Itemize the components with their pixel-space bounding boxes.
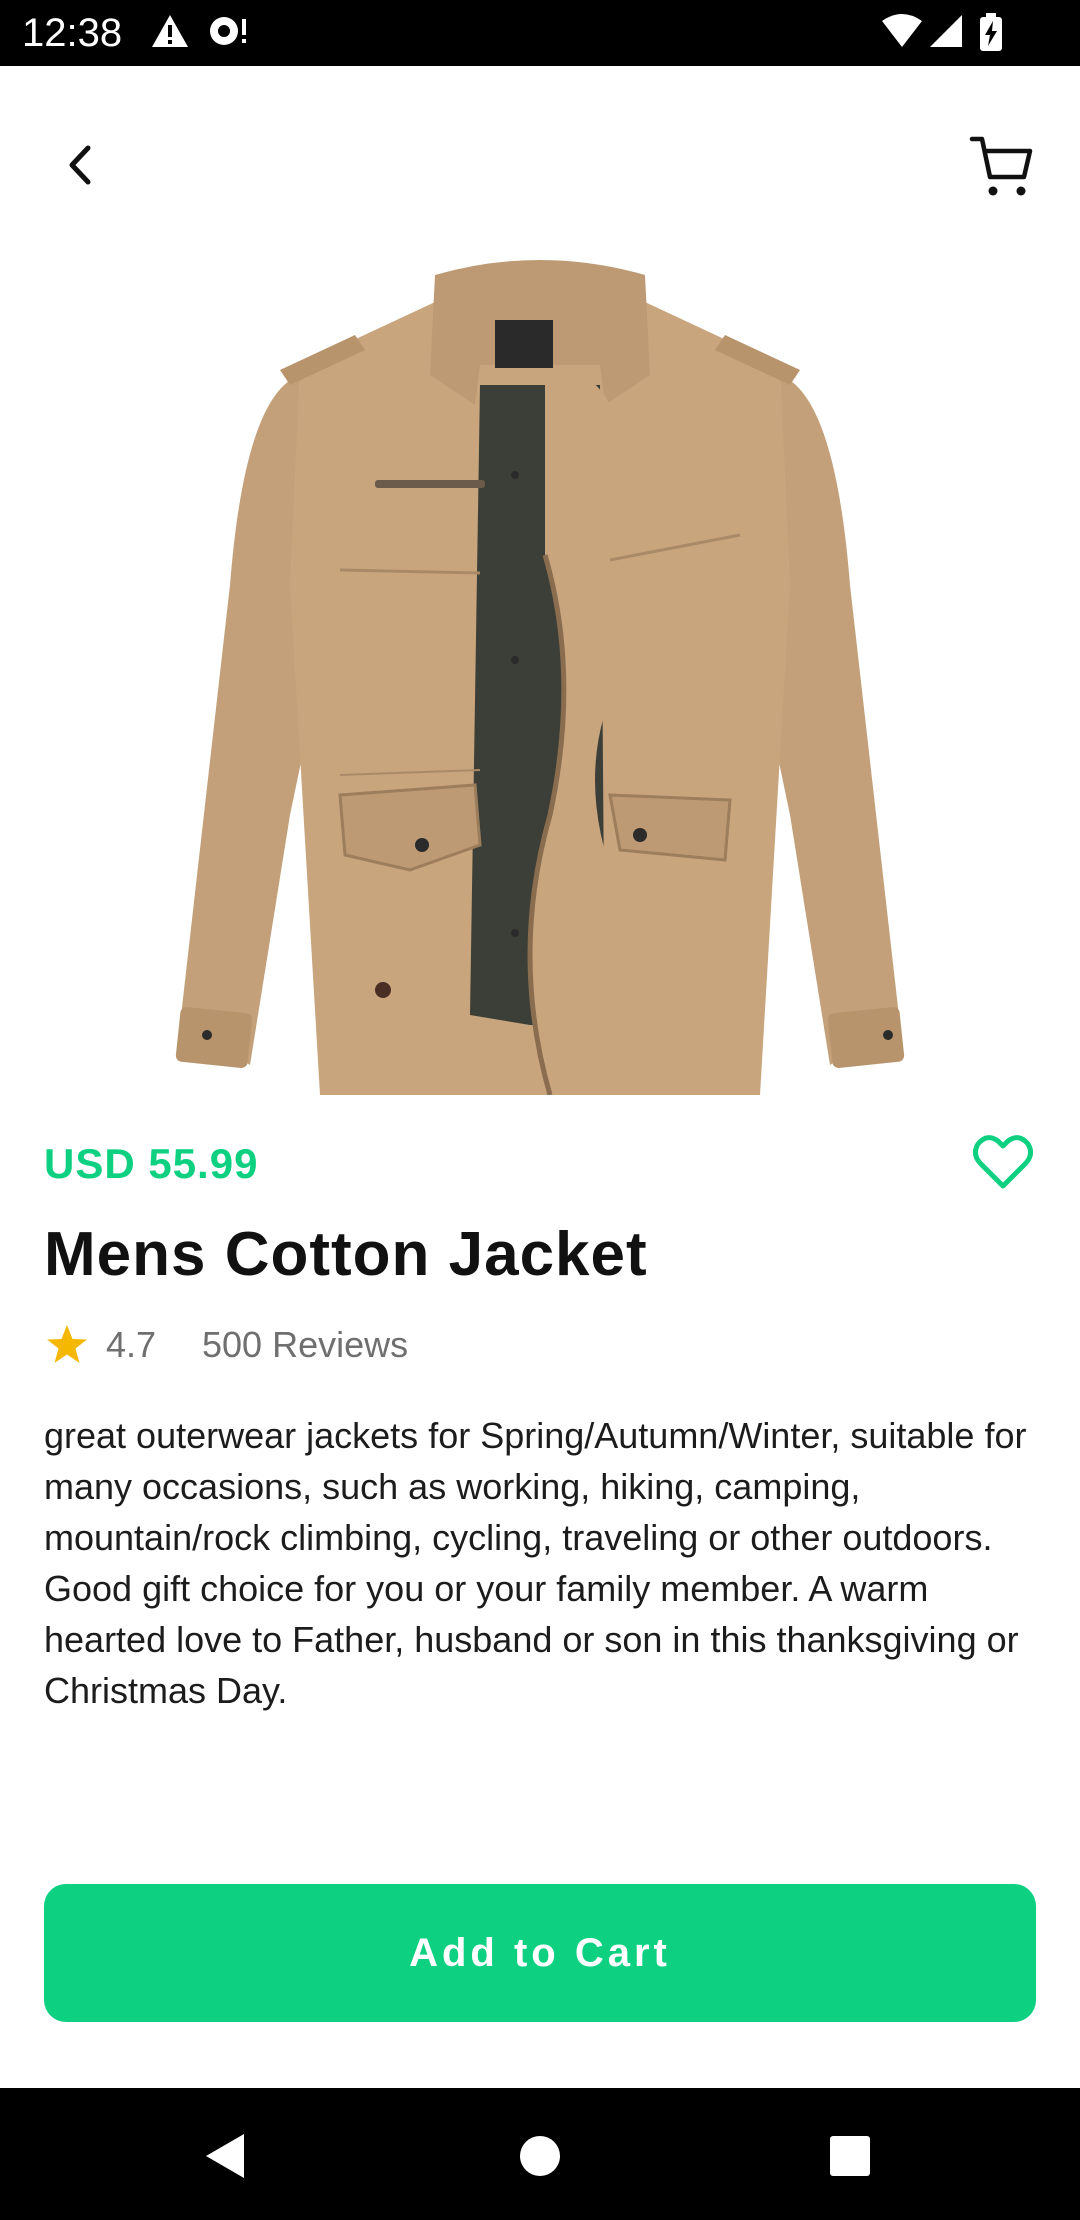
heart-outline-icon bbox=[972, 1135, 1034, 1189]
signal-icon bbox=[930, 15, 962, 47]
product-title: Mens Cotton Jacket bbox=[44, 1220, 648, 1289]
cart-button[interactable] bbox=[960, 125, 1040, 205]
nav-recents-icon[interactable] bbox=[820, 2126, 880, 2186]
reviews-count[interactable]: 500 Reviews bbox=[202, 1320, 408, 1370]
nav-home-icon[interactable] bbox=[510, 2126, 570, 2186]
system-navigation-bar bbox=[0, 2088, 1080, 2220]
back-button[interactable] bbox=[40, 120, 120, 210]
cart-icon bbox=[969, 136, 1033, 196]
battery-charging-icon bbox=[980, 13, 1002, 51]
star-icon bbox=[47, 1325, 87, 1363]
notification-icon bbox=[210, 17, 246, 45]
nav-back-icon[interactable] bbox=[196, 2126, 256, 2186]
product-detail-screen: 12:38 USD 55.99 Mens Cotton Jacket 4.7 5… bbox=[0, 0, 1080, 2220]
status-bar: 12:38 bbox=[0, 0, 1080, 66]
product-price: USD 55.99 bbox=[44, 1140, 259, 1187]
favorite-button[interactable] bbox=[970, 1130, 1036, 1196]
warning-icon bbox=[152, 15, 188, 47]
product-jacket-image bbox=[175, 260, 905, 1095]
product-description: great outerwear jackets for Spring/Autum… bbox=[44, 1415, 1027, 1711]
add-to-cart-button[interactable]: Add to Cart bbox=[44, 1884, 1036, 2022]
status-time: 12:38 bbox=[22, 11, 123, 55]
wifi-icon bbox=[882, 14, 922, 47]
rating-value: 4.7 bbox=[106, 1324, 157, 1365]
chevron-left-icon bbox=[69, 145, 91, 185]
